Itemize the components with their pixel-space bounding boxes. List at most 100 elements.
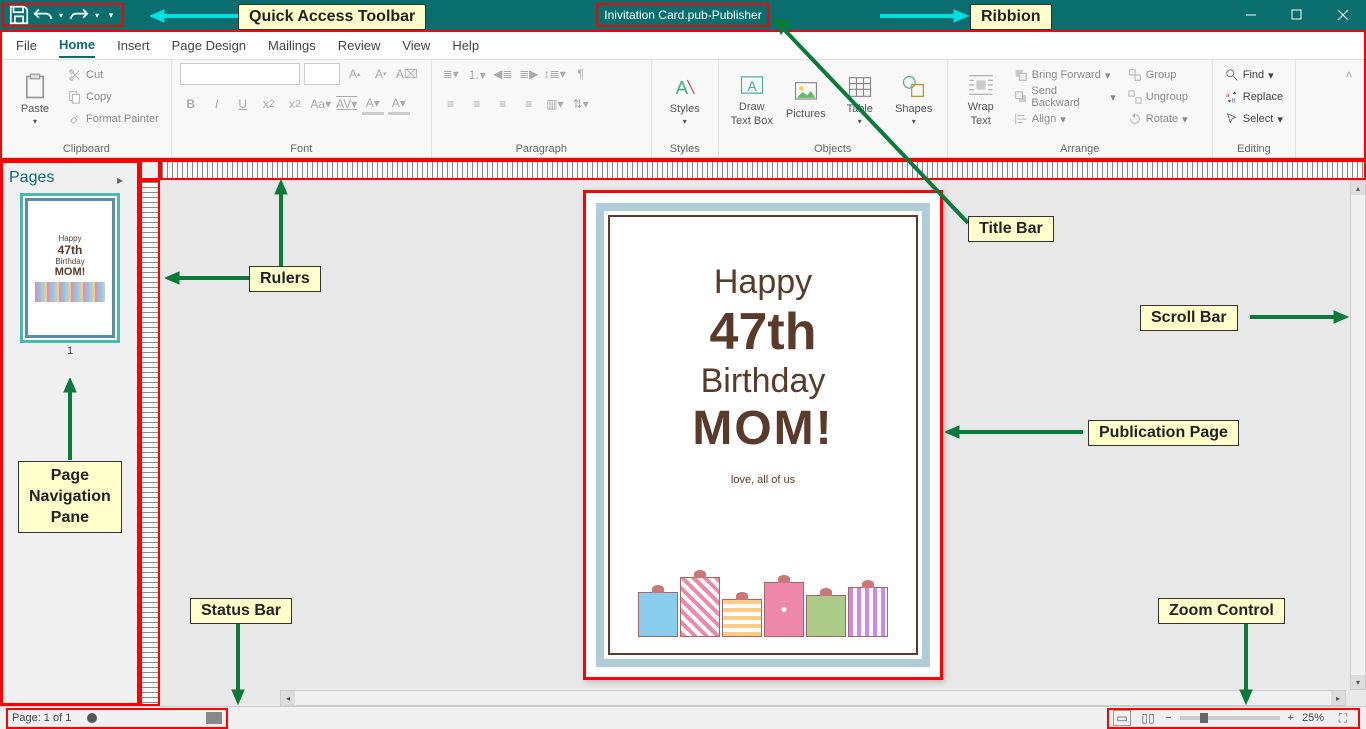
callout-titlebar: Title Bar bbox=[968, 216, 1054, 242]
tab-home[interactable]: Home bbox=[59, 33, 95, 58]
thumb-page-number: 1 bbox=[9, 345, 131, 357]
align-center-button[interactable]: ≡ bbox=[466, 93, 488, 115]
justify-button[interactable]: ≡ bbox=[518, 93, 540, 115]
filename-text: Inivitation Card.pub bbox=[604, 8, 707, 22]
card-line-2: 47th bbox=[710, 302, 817, 362]
align-right-button[interactable]: ≡ bbox=[492, 93, 514, 115]
scroll-left-icon[interactable]: ◂ bbox=[281, 691, 295, 705]
subscript-button[interactable]: x2 bbox=[258, 93, 280, 115]
change-case-button[interactable]: Aa▾ bbox=[310, 93, 332, 115]
underline-button[interactable]: U bbox=[232, 93, 254, 115]
qat-customize-icon[interactable]: ▾ bbox=[104, 5, 118, 25]
callout-ribbon: Ribbion bbox=[970, 4, 1052, 30]
paste-button[interactable]: Paste ▾ bbox=[10, 63, 60, 135]
bold-button[interactable]: B bbox=[180, 93, 202, 115]
group-label: Font bbox=[180, 141, 423, 157]
align-left-button[interactable]: ≡ bbox=[440, 93, 462, 115]
font-name-combo[interactable] bbox=[180, 63, 300, 85]
text-highlight-button[interactable]: A▾ bbox=[362, 93, 384, 115]
tab-view[interactable]: View bbox=[402, 34, 430, 57]
callout-statusbar: Status Bar bbox=[190, 598, 292, 624]
bullets-button[interactable]: ≣▾ bbox=[440, 63, 462, 85]
horizontal-scrollbar[interactable]: ◂ ▸ bbox=[280, 690, 1346, 706]
tab-insert[interactable]: Insert bbox=[117, 34, 150, 57]
svg-text:b: b bbox=[1232, 97, 1236, 104]
ruler-corner bbox=[140, 160, 160, 180]
tab-page-design[interactable]: Page Design bbox=[172, 34, 246, 57]
replace-icon: ab bbox=[1225, 90, 1239, 104]
two-page-view-icon[interactable]: ▯▯ bbox=[1139, 710, 1157, 726]
char-spacing-button[interactable]: AV▾ bbox=[336, 93, 358, 115]
line-spacing-button[interactable]: ↕≣▾ bbox=[544, 63, 566, 85]
ungroup-button[interactable]: Ungroup bbox=[1124, 87, 1204, 107]
copy-button[interactable]: Copy bbox=[64, 87, 163, 107]
align-button[interactable]: Align ▾ bbox=[1010, 109, 1120, 129]
redo-dropdown-icon[interactable]: ▾ bbox=[92, 5, 102, 25]
close-button[interactable] bbox=[1320, 0, 1366, 30]
scroll-down-icon[interactable]: ▾ bbox=[1351, 675, 1365, 689]
select-button[interactable]: Select ▾ bbox=[1221, 109, 1287, 129]
group-icon bbox=[1128, 68, 1142, 82]
pilcrow-button[interactable]: ¶ bbox=[570, 63, 592, 85]
font-color-button[interactable]: A▾ bbox=[388, 93, 410, 115]
card-line-5: love, all of us bbox=[731, 474, 795, 486]
group-button[interactable]: Group bbox=[1124, 65, 1204, 85]
zoom-level[interactable]: 25% bbox=[1302, 712, 1324, 724]
redo-icon[interactable] bbox=[68, 5, 90, 25]
styles-button[interactable]: A Styles▾ bbox=[660, 63, 710, 135]
increase-indent-button[interactable]: ≣▶ bbox=[518, 63, 540, 85]
svg-text:A: A bbox=[675, 77, 688, 98]
zoom-thumb[interactable] bbox=[1200, 713, 1208, 723]
scroll-right-icon[interactable]: ▸ bbox=[1331, 691, 1345, 705]
decrease-indent-button[interactable]: ◀≣ bbox=[492, 63, 514, 85]
tab-mailings[interactable]: Mailings bbox=[268, 34, 316, 57]
fit-page-icon[interactable]: ⛶ bbox=[1332, 707, 1354, 729]
vertical-ruler[interactable] bbox=[140, 180, 160, 706]
align-icon bbox=[1014, 112, 1028, 126]
undo-dropdown-icon[interactable]: ▾ bbox=[56, 5, 66, 25]
cut-button[interactable]: Cut bbox=[64, 65, 163, 85]
quick-access-toolbar: ▾ ▾ ▾ bbox=[2, 3, 124, 27]
draw-text-box-button[interactable]: ADrawText Box bbox=[727, 63, 777, 135]
grow-font-icon[interactable]: A▴ bbox=[344, 63, 366, 85]
horizontal-ruler[interactable] bbox=[160, 160, 1366, 180]
italic-button[interactable]: I bbox=[206, 93, 228, 115]
maximize-button[interactable] bbox=[1274, 0, 1320, 30]
minimize-button[interactable] bbox=[1228, 0, 1274, 30]
vertical-scrollbar[interactable]: ▴ ▾ bbox=[1350, 180, 1366, 690]
clear-format-icon[interactable]: A⌧ bbox=[396, 63, 418, 85]
shrink-font-icon[interactable]: A▾ bbox=[370, 63, 392, 85]
bring-forward-button[interactable]: Bring Forward ▾ bbox=[1010, 65, 1120, 85]
publication-page[interactable]: Happy 47th Birthday MOM! love, all of us bbox=[583, 190, 943, 680]
rotate-button[interactable]: Rotate ▾ bbox=[1124, 109, 1204, 129]
zoom-in-button[interactable]: + bbox=[1288, 712, 1294, 724]
numbering-button[interactable]: ⒈▾ bbox=[466, 63, 488, 85]
callout-scrollbar: Scroll Bar bbox=[1140, 305, 1238, 331]
zoom-out-button[interactable]: − bbox=[1165, 712, 1171, 724]
group-arrange: WrapText Bring Forward ▾ Send Backward ▾… bbox=[948, 60, 1213, 157]
tab-help[interactable]: Help bbox=[452, 34, 479, 57]
single-page-view-icon[interactable]: ▭ bbox=[1113, 710, 1131, 726]
collapse-ribbon-icon[interactable]: ˄ bbox=[1338, 64, 1360, 86]
font-size-combo[interactable] bbox=[304, 63, 340, 85]
page-thumbnail[interactable]: Happy 47th Birthday MOM! bbox=[20, 193, 120, 343]
zoom-slider[interactable] bbox=[1180, 716, 1280, 720]
send-backward-button[interactable]: Send Backward ▾ bbox=[1010, 87, 1120, 107]
columns-button[interactable]: ▥▾ bbox=[544, 93, 566, 115]
tab-review[interactable]: Review bbox=[338, 34, 381, 57]
callout-qat: Quick Access Toolbar bbox=[238, 4, 426, 30]
text-direction-button[interactable]: ⇅▾ bbox=[570, 93, 592, 115]
group-clipboard: Paste ▾ Cut Copy Format Painter Clipboar… bbox=[2, 60, 172, 157]
tab-file[interactable]: File bbox=[16, 34, 37, 57]
undo-icon[interactable] bbox=[32, 5, 54, 25]
replace-button[interactable]: abReplace bbox=[1221, 87, 1287, 107]
chevron-down-icon: ▾ bbox=[33, 117, 37, 126]
format-painter-button[interactable]: Format Painter bbox=[64, 109, 163, 129]
chevron-right-icon[interactable]: ▸ bbox=[109, 169, 131, 191]
superscript-button[interactable]: x2 bbox=[284, 93, 306, 115]
callout-rulers: Rulers bbox=[249, 266, 321, 292]
scroll-up-icon[interactable]: ▴ bbox=[1351, 181, 1365, 195]
find-button[interactable]: Find ▾ bbox=[1221, 65, 1287, 85]
page-indicator[interactable]: Page: 1 of 1 bbox=[12, 712, 71, 724]
save-icon[interactable] bbox=[8, 5, 30, 25]
